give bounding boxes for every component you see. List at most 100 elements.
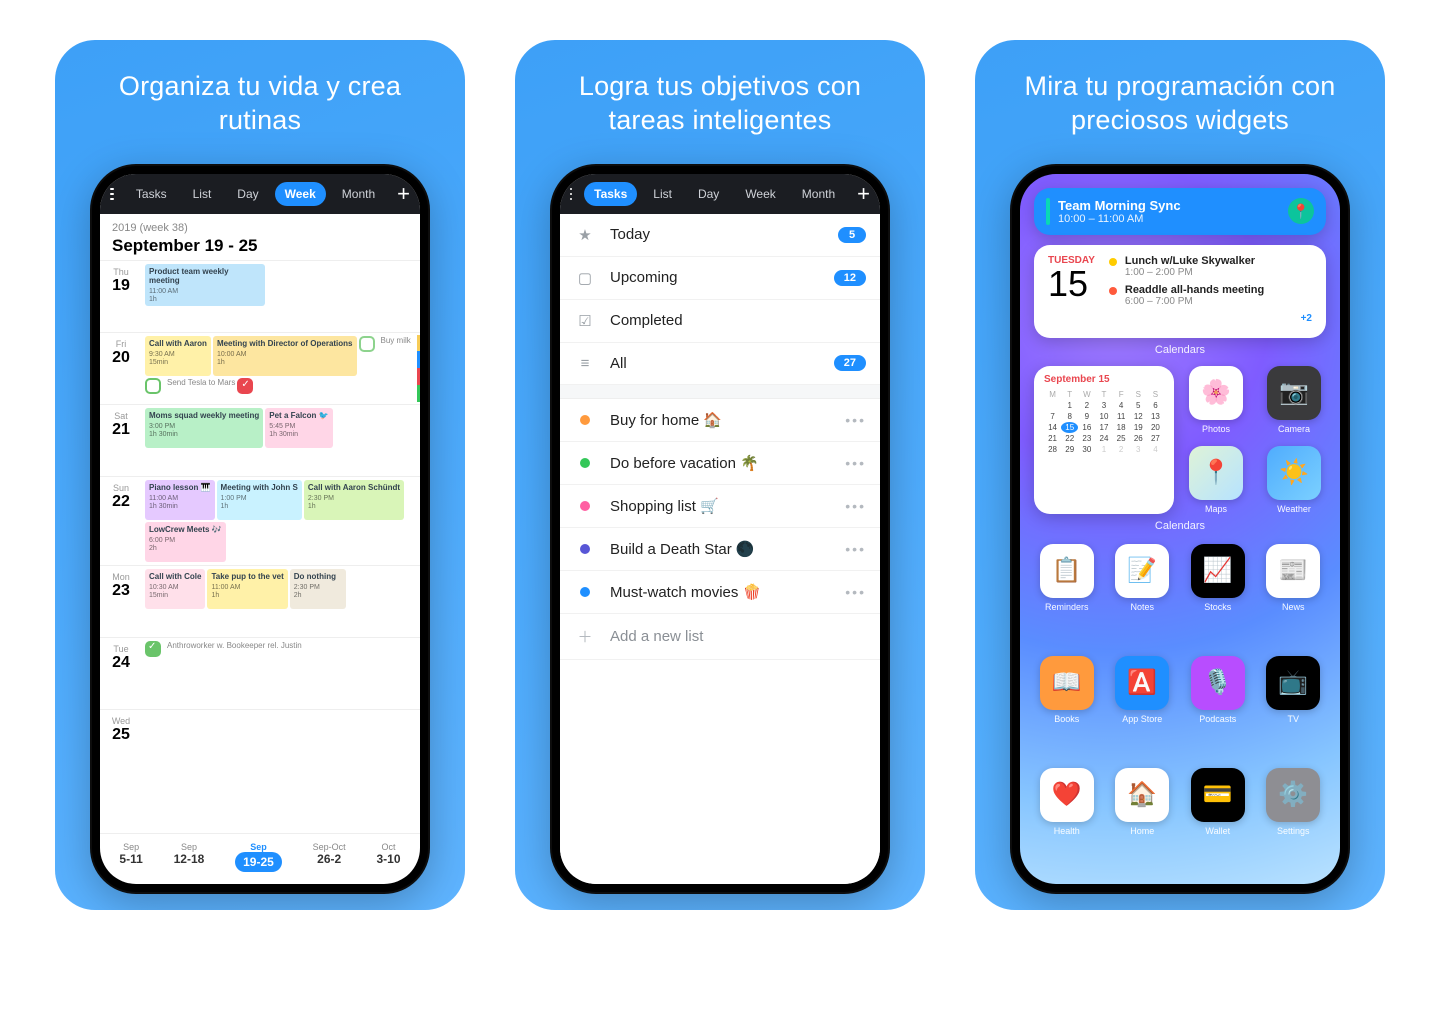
calendar-event[interactable]: Product team weekly meeting11:00 AM1h [145, 264, 265, 306]
widget-section-label-2: Calendars [1020, 520, 1340, 532]
app-home[interactable]: 🏠 Home [1112, 768, 1174, 868]
add-list-row[interactable]: ＋ Add a new list [560, 614, 880, 660]
inline-task[interactable]: ✓Anthroworker w. Bookeeper rel. Justin [145, 641, 302, 657]
user-list[interactable]: Shopping list 🛒 ••• [560, 485, 880, 528]
app-label: Wallet [1205, 826, 1230, 836]
user-list[interactable]: Must-watch movies 🍿 ••• [560, 571, 880, 614]
user-list[interactable]: Build a Death Star 🌑 ••• [560, 528, 880, 571]
smart-list-completed[interactable]: ☑ Completed [560, 300, 880, 343]
tab-week[interactable]: Week [735, 182, 785, 206]
inline-task[interactable]: Buy milk [359, 336, 411, 376]
checkbox-icon[interactable] [237, 378, 253, 394]
app-books[interactable]: 📖 Books [1036, 656, 1098, 756]
app-tv[interactable]: 📺 TV [1263, 656, 1325, 756]
app-stocks[interactable]: 📈 Stocks [1187, 544, 1249, 644]
app-settings[interactable]: ⚙️ Settings [1263, 768, 1325, 868]
tab-week[interactable]: Week [275, 182, 326, 206]
app-photos[interactable]: 🌸 Photos [1184, 366, 1248, 434]
day-events: ✓Anthroworker w. Bookeeper rel. Justin [142, 638, 420, 709]
tab-list[interactable]: List [183, 182, 222, 206]
calendar-event[interactable]: Piano lesson 🎹11:00 AM1h 30min [145, 480, 215, 520]
week-grid[interactable]: Thu19Product team weekly meeting11:00 AM… [100, 260, 420, 833]
calendar-event[interactable]: Call with Aaron Schündt2:30 PM1h [304, 480, 404, 520]
app-maps[interactable]: 📍 Maps [1184, 446, 1248, 514]
app-icon: ☀️ [1267, 446, 1321, 500]
tab-month[interactable]: Month [332, 182, 385, 206]
list-label: Shopping list 🛒 [610, 497, 845, 515]
count-badge: 27 [834, 355, 866, 371]
app-news[interactable]: 📰 News [1263, 544, 1325, 644]
location-icon[interactable]: 📍 [1288, 198, 1314, 224]
calendar-event[interactable]: Moms squad weekly meeting3:00 PM1h 30min [145, 408, 263, 448]
app-icon: ❤️ [1040, 768, 1094, 822]
more-events-badge[interactable]: +2 [1301, 313, 1312, 324]
user-list[interactable]: Do before vacation 🌴 ••• [560, 442, 880, 485]
add-icon[interactable]: + [857, 183, 870, 205]
more-icon[interactable]: ••• [845, 412, 866, 428]
agenda-event[interactable]: Readdle all-hands meeting 6:00 – 7:00 PM [1109, 284, 1312, 307]
screen-home: Team Morning Sync 10:00 – 11:00 AM 📍 TUE… [1020, 174, 1340, 884]
menu-icon[interactable] [110, 188, 114, 200]
calendar-event[interactable]: Meeting with John S1:00 PM1h [217, 480, 302, 520]
list-color-dot [580, 587, 590, 597]
week-chip[interactable]: Oct3-10 [377, 842, 401, 872]
calendar-event[interactable]: Do nothing2:30 PM2h [290, 569, 346, 609]
widget-mini-calendar[interactable]: September 15 MTWTFSS12345678910111213141… [1034, 366, 1174, 514]
day-label: Mon23 [100, 566, 142, 637]
app-icon: 📋 [1040, 544, 1094, 598]
more-icon[interactable]: ••• [845, 584, 866, 600]
tab-day[interactable]: Day [227, 182, 268, 206]
list-label: Buy for home 🏠 [610, 411, 845, 429]
checkbox-icon[interactable] [359, 336, 375, 352]
app-health[interactable]: ❤️ Health [1036, 768, 1098, 868]
app-weather[interactable]: ☀️ Weather [1262, 446, 1326, 514]
widget-day-agenda[interactable]: TUESDAY 15 Lunch w/Luke Skywalker 1:00 –… [1034, 245, 1326, 338]
inline-task[interactable] [237, 378, 259, 394]
more-icon[interactable]: ••• [845, 498, 866, 514]
tab-tasks[interactable]: Tasks [126, 182, 177, 206]
agenda-event[interactable]: Lunch w/Luke Skywalker 1:00 – 2:00 PM [1109, 255, 1312, 278]
week-chip[interactable]: Sep12-18 [174, 842, 205, 872]
calendar-event[interactable]: Call with Aaron9:30 AM15min [145, 336, 211, 376]
calendar-event[interactable]: Pet a Falcon 🐦5:45 PM1h 30min [265, 408, 332, 448]
calendar-event[interactable]: Take pup to the vet11:00 AM1h [207, 569, 287, 609]
inline-task[interactable]: Send Tesla to Mars [145, 378, 235, 394]
app-camera[interactable]: 📷 Camera [1262, 366, 1326, 434]
tab-month[interactable]: Month [792, 182, 845, 206]
week-chip[interactable]: Sep-Oct26-2 [313, 842, 346, 872]
app-podcasts[interactable]: 🎙️ Podcasts [1187, 656, 1249, 756]
smart-list-all[interactable]: ≡ All 27 [560, 343, 880, 385]
week-chip[interactable]: Sep5-11 [119, 842, 142, 872]
mini-calendar-table[interactable]: MTWTFSS123456789101112131415161718192021… [1044, 389, 1164, 455]
calendar-event[interactable]: Meeting with Director of Operations10:00… [213, 336, 357, 376]
app-notes[interactable]: 📝 Notes [1112, 544, 1174, 644]
more-icon[interactable]: ••• [845, 541, 866, 557]
user-list[interactable]: Buy for home 🏠 ••• [560, 399, 880, 442]
checkbox-icon[interactable]: ✓ [145, 641, 161, 657]
tab-day[interactable]: Day [688, 182, 729, 206]
more-icon[interactable]: ••• [845, 455, 866, 471]
add-icon[interactable]: + [397, 183, 410, 205]
app-grid: 📋 Reminders📝 Notes📈 Stocks📰 News 📖 Books🅰… [1032, 540, 1328, 872]
app-wallet[interactable]: 💳 Wallet [1187, 768, 1249, 868]
menu-icon[interactable] [570, 188, 572, 200]
tab-tasks[interactable]: Tasks [584, 182, 637, 206]
app-reminders[interactable]: 📋 Reminders [1036, 544, 1098, 644]
calendar-event[interactable]: Call with Cole10:30 AM15min [145, 569, 205, 609]
separator [560, 385, 880, 399]
smart-list-upcoming[interactable]: ▢ Upcoming 12 [560, 257, 880, 300]
week-chip[interactable]: Sep19-25 [235, 842, 282, 872]
checkbox-icon[interactable] [145, 378, 161, 394]
app-label: Health [1054, 826, 1080, 836]
event-dot [1109, 287, 1117, 295]
smart-list-today[interactable]: ★ Today 5 [560, 214, 880, 257]
widget-daynum: 15 [1048, 266, 1095, 302]
calendar-event[interactable]: LowCrew Meets 🎶6:00 PM2h [145, 522, 226, 562]
headline-1: Organiza tu vida y crea rutinas [83, 70, 437, 138]
day-row: Tue24✓Anthroworker w. Bookeeper rel. Jus… [100, 637, 420, 709]
week-selector[interactable]: Sep5-11 Sep12-18 Sep19-25 Sep-Oct26-2 Oct3-1… [100, 833, 420, 884]
app-app-store[interactable]: 🅰️ App Store [1112, 656, 1174, 756]
check-icon: ☑ [574, 312, 596, 330]
tab-list[interactable]: List [643, 182, 682, 206]
widget-now-event[interactable]: Team Morning Sync 10:00 – 11:00 AM 📍 [1034, 188, 1326, 235]
